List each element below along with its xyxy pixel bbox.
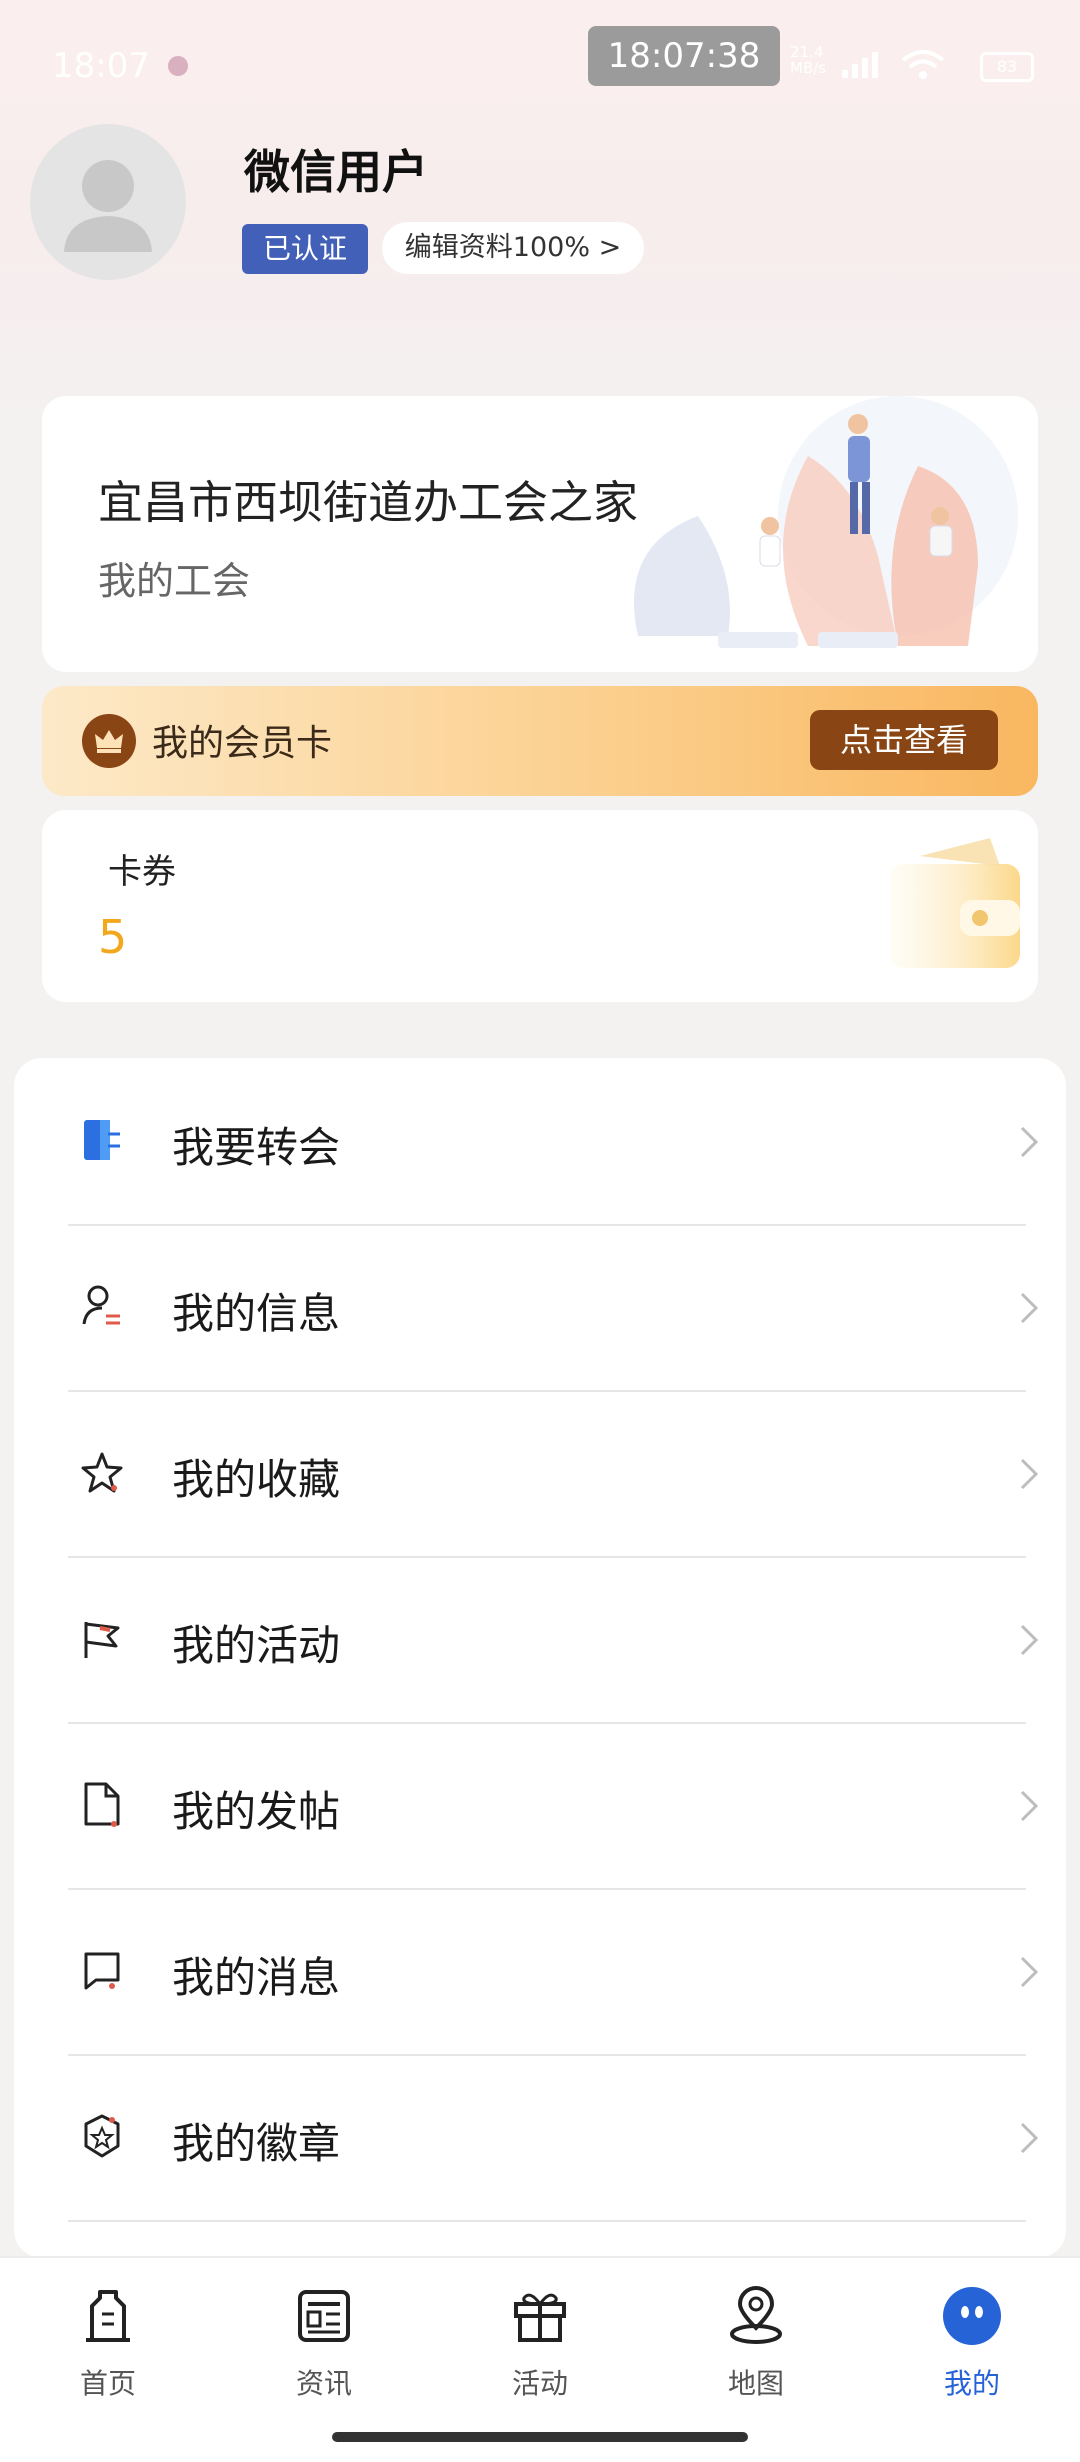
flag-icon [84, 1622, 120, 1658]
union-card[interactable]: 宜昌市西坝街道办工会之家 我的工会 [42, 396, 1038, 672]
menu-item-label: 我的发帖 [172, 1787, 341, 1836]
home-indicator[interactable] [332, 2432, 748, 2442]
wallet-icon [890, 838, 1020, 968]
union-illustration [634, 396, 1018, 648]
chevron-right-icon [1020, 1126, 1039, 1158]
tab-activities[interactable]: 活动 [470, 2276, 610, 2406]
tab-label: 活动 [511, 2367, 568, 2400]
user-info-icon [82, 1285, 120, 1325]
tab-home[interactable]: 首页 [38, 2276, 178, 2406]
document-icon [84, 1782, 120, 1827]
star-icon [81, 1452, 123, 1493]
menu-item-posts[interactable]: 我的发帖 [68, 1722, 1039, 1890]
menu-item-label: 我的活动 [172, 1621, 341, 1670]
menu-item-messages[interactable]: 我的消息 [68, 1888, 1039, 2056]
chevron-right-icon [1020, 2122, 1039, 2154]
menu-item-label: 我的收藏 [172, 1455, 341, 1504]
member-card-bar[interactable]: 我的会员卡 点击查看 [42, 686, 1038, 796]
menu-item-activities[interactable]: 我的活动 [68, 1556, 1039, 1724]
transfer-icon [84, 1120, 120, 1160]
menu-item-badges[interactable]: 我的徽章 [68, 2054, 1039, 2222]
coupon-label: 卡券 [108, 852, 176, 892]
tab-label: 地图 [727, 2367, 784, 2400]
tab-map[interactable]: 地图 [686, 2276, 826, 2406]
tab-label: 我的 [943, 2367, 1000, 2400]
chevron-right-icon [1020, 1458, 1039, 1490]
wifi-icon [901, 50, 945, 79]
status-bar: 18:07 18:07:38 21.4 MB/s 83 [0, 0, 1080, 120]
tab-label: 资讯 [295, 2367, 352, 2400]
default-user-icon [64, 160, 152, 252]
menu-item-favorites[interactable]: 我的收藏 [68, 1390, 1039, 1558]
menu-item-label: 我要转会 [172, 1123, 341, 1172]
map-pin-icon [730, 2286, 782, 2344]
tab-label: 首页 [79, 2367, 136, 2400]
edit-profile-button[interactable]: 编辑资料100% > [382, 222, 644, 274]
avatar[interactable] [30, 124, 186, 280]
menu-item-info[interactable]: 我的信息 [68, 1224, 1039, 1392]
network-speed: 21.4 MB/s [790, 43, 827, 77]
union-title: 宜昌市西坝街道办工会之家 [98, 476, 639, 529]
gift-icon [514, 2293, 566, 2342]
tab-news[interactable]: 资讯 [254, 2276, 394, 2406]
status-time: 18:07 [52, 46, 150, 86]
chevron-right-icon [1020, 1292, 1039, 1324]
crown-icon [82, 714, 136, 768]
view-member-card-button[interactable]: 点击查看 [810, 710, 998, 770]
coupon-count: 5 [98, 910, 128, 964]
menu-list: 我要转会 我的信息 我的收藏 我的活动 我的发帖 我的消息 我的徽章 [14, 1058, 1066, 2258]
tab-mine[interactable]: 我的 [902, 2276, 1042, 2406]
news-icon [298, 2290, 350, 2342]
home-icon [86, 2290, 130, 2342]
menu-item-transfer[interactable]: 我要转会 [68, 1058, 1039, 1226]
badge-icon [84, 2114, 120, 2158]
verified-badge: 已认证 [242, 224, 368, 274]
coupon-card[interactable]: 卡券 5 [42, 810, 1038, 1002]
status-icons: 21.4 MB/s 83 [790, 43, 1034, 84]
message-icon [84, 1952, 120, 1990]
username: 微信用户 [244, 145, 428, 199]
signal-icon [842, 52, 878, 78]
chevron-right-icon [1020, 1956, 1039, 1988]
union-subtitle: 我的工会 [98, 559, 251, 603]
chevron-right-icon [1020, 1624, 1039, 1656]
profile-face-icon [943, 2287, 1001, 2345]
member-card-label: 我的会员卡 [152, 723, 333, 764]
battery-icon: 83 [980, 52, 1034, 82]
chevron-right-icon [1020, 1790, 1039, 1822]
menu-item-label: 我的信息 [172, 1289, 341, 1338]
menu-item-label: 我的消息 [172, 1953, 341, 2002]
clock-overlay: 18:07:38 [588, 26, 780, 86]
app-notification-icon [168, 56, 188, 76]
menu-item-label: 我的徽章 [172, 2119, 341, 2168]
